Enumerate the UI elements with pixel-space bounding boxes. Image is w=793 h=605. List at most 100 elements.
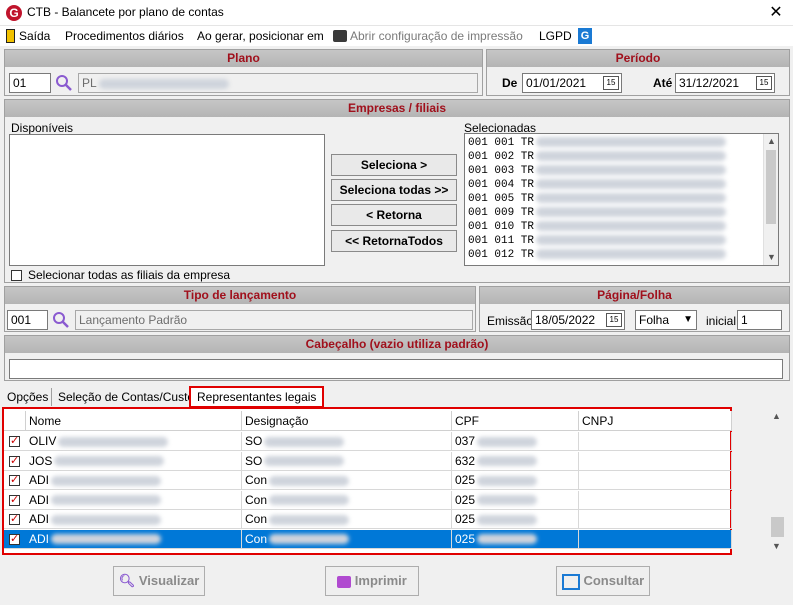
seleciona-todas-button[interactable]: Seleciona todas >> [331, 179, 457, 201]
tab-selecao-contas[interactable]: Seleção de Contas/Custos [55, 388, 205, 406]
list-item[interactable]: 001 003 TR [465, 164, 778, 178]
plano-code-input[interactable]: 01 [9, 73, 51, 93]
scroll-thumb[interactable] [771, 517, 784, 537]
imprimir-label: Imprimir [354, 573, 407, 588]
list-item[interactable]: 001 012 TR [465, 248, 778, 262]
row-checkbox[interactable] [9, 512, 20, 525]
representantes-grid[interactable]: Nome Designação CPF CNPJ OLIV SO 037 JOS SO 6… [2, 407, 732, 555]
cell-cpf-text: 025 [455, 492, 476, 507]
date-from-value: 01/01/2021 [526, 76, 587, 90]
consultar-button[interactable]: Consultar [556, 566, 650, 596]
list-item-label: 001 005 TR [468, 193, 535, 205]
emissao-input[interactable]: 18/05/2022 15 [531, 310, 625, 330]
cell-cnpj [579, 471, 732, 490]
menu-bar: Saída Procedimentos diários Ao gerar, po… [0, 26, 793, 46]
list-item-label: 001 001 TR [468, 137, 535, 149]
scroll-down-icon[interactable]: ▼ [764, 250, 778, 265]
row-checkbox[interactable] [9, 493, 20, 506]
retorna-button[interactable]: < Retorna [331, 204, 457, 226]
window-title: CTB - Balancete por plano de contas [27, 5, 224, 19]
row-checkbox[interactable] [9, 434, 20, 447]
seleciona-button[interactable]: Seleciona > [331, 154, 457, 176]
scroll-thumb[interactable] [766, 150, 776, 224]
list-item[interactable]: 001 002 TR [465, 150, 778, 164]
tab-opcoes[interactable]: Opções [4, 388, 53, 406]
lgpd-logo-icon[interactable]: G [578, 28, 592, 44]
tipo-name-field: Lançamento Padrão [75, 310, 473, 330]
menu-saida[interactable]: Saída [19, 29, 50, 43]
emissao-value: 18/05/2022 [535, 313, 596, 327]
tipo-code-input[interactable]: 001 [7, 310, 48, 330]
cell-designacao: Con [242, 529, 452, 549]
calendar-icon[interactable]: 15 [603, 76, 619, 90]
list-item[interactable]: 001 011 TR [465, 234, 778, 248]
emissao-label: Emissão [487, 314, 534, 328]
column-nome[interactable]: Nome [26, 411, 242, 431]
folha-select[interactable]: Folha ▼ [635, 310, 697, 330]
imprimir-button[interactable]: Imprimir [325, 566, 419, 596]
scroll-up-icon[interactable]: ▲ [764, 134, 778, 149]
consultar-label: Consultar [583, 573, 645, 588]
visualizar-button[interactable]: 🔍︎ Visualizar [113, 566, 205, 596]
menu-procedimentos[interactable]: Procedimentos diários [65, 29, 184, 43]
calendar-icon[interactable]: 15 [756, 76, 772, 90]
select-all-checkbox[interactable] [11, 270, 22, 281]
date-to-input[interactable]: 31/12/2021 15 [675, 73, 775, 93]
tab-representantes-legais[interactable]: Representantes legais [189, 386, 325, 408]
cell-cnpj [579, 432, 732, 451]
table-row[interactable]: JOS SO 632 [4, 451, 732, 471]
cell-cnpj [579, 510, 732, 529]
date-from-input[interactable]: 01/01/2021 15 [522, 73, 622, 93]
list-item-label: 001 010 TR [468, 221, 535, 233]
scroll-down-icon[interactable]: ▼ [772, 541, 781, 551]
column-cpf[interactable]: CPF [452, 411, 579, 431]
table-row[interactable]: ADI Con 025 [4, 510, 732, 529]
periodo-header: Período [487, 50, 789, 67]
cell-nome-text: ADI [29, 512, 50, 526]
cabecalho-panel: Cabeçalho (vazio utiliza padrão) [4, 335, 790, 381]
disponiveis-label: Disponíveis [11, 121, 74, 135]
disponiveis-list[interactable] [9, 134, 325, 266]
grid-head-check [4, 411, 26, 431]
cabecalho-input[interactable] [9, 359, 783, 379]
row-checkbox[interactable] [9, 454, 20, 467]
search-icon[interactable] [52, 311, 70, 329]
chevron-down-icon[interactable]: ▼ [683, 311, 693, 329]
cell-nome: JOS [26, 451, 242, 471]
empresas-panel: Empresas / filiais Disponíveis Seleciona… [4, 99, 790, 283]
close-icon[interactable]: ✕ [764, 2, 788, 24]
table-row[interactable]: ADI Con 025 [4, 471, 732, 490]
list-item-label: 001 003 TR [468, 165, 535, 177]
menu-abrir-config[interactable]: Abrir configuração de impressão [350, 29, 523, 43]
list-item[interactable]: 001 005 TR [465, 192, 778, 206]
column-designacao[interactable]: Designação [242, 411, 452, 431]
folha-value: Folha [639, 313, 670, 327]
search-icon[interactable] [55, 74, 73, 92]
table-row[interactable]: ADI Con 025 [4, 529, 732, 549]
column-cnpj[interactable]: CNPJ [579, 411, 732, 431]
scroll-up-icon[interactable]: ▲ [772, 411, 781, 421]
retorna-todos-button[interactable]: << RetornaTodos [331, 230, 457, 252]
selecionadas-scrollbar[interactable]: ▲ ▼ [763, 134, 778, 265]
pagina-panel: Página/Folha Emissão 18/05/2022 15 Folha ▼… [479, 286, 790, 332]
row-checkbox[interactable] [9, 473, 20, 486]
list-item[interactable]: 001 010 TR [465, 220, 778, 234]
calendar-icon[interactable]: 15 [606, 313, 622, 327]
cell-nome: ADI [26, 471, 242, 490]
cell-nome-text: ADI [29, 492, 50, 507]
tipo-panel: Tipo de lançamento 001 Lançamento Padrão [4, 286, 476, 332]
list-item[interactable]: 001 009 TR [465, 206, 778, 220]
inicial-input[interactable]: 1 [737, 310, 782, 330]
list-item[interactable]: 001 004 TR [465, 178, 778, 192]
selecionadas-list[interactable]: 001 001 TR 001 002 TR 001 003 TR 001 004 TR… [464, 133, 779, 266]
cell-designacao-text: Con [245, 512, 268, 526]
table-row[interactable]: ADI Con 025 [4, 490, 732, 510]
list-item[interactable]: 001 001 TR [465, 136, 778, 150]
cell-designacao: SO [242, 451, 452, 471]
grid-scrollbar[interactable]: ▲ ▼ [768, 409, 788, 555]
table-row[interactable]: OLIV SO 037 [4, 432, 732, 451]
cell-cnpj [579, 451, 732, 471]
menu-ao-gerar[interactable]: Ao gerar, posicionar em [197, 29, 324, 43]
row-checkbox[interactable] [9, 532, 20, 545]
menu-lgpd[interactable]: LGPD [539, 29, 572, 43]
